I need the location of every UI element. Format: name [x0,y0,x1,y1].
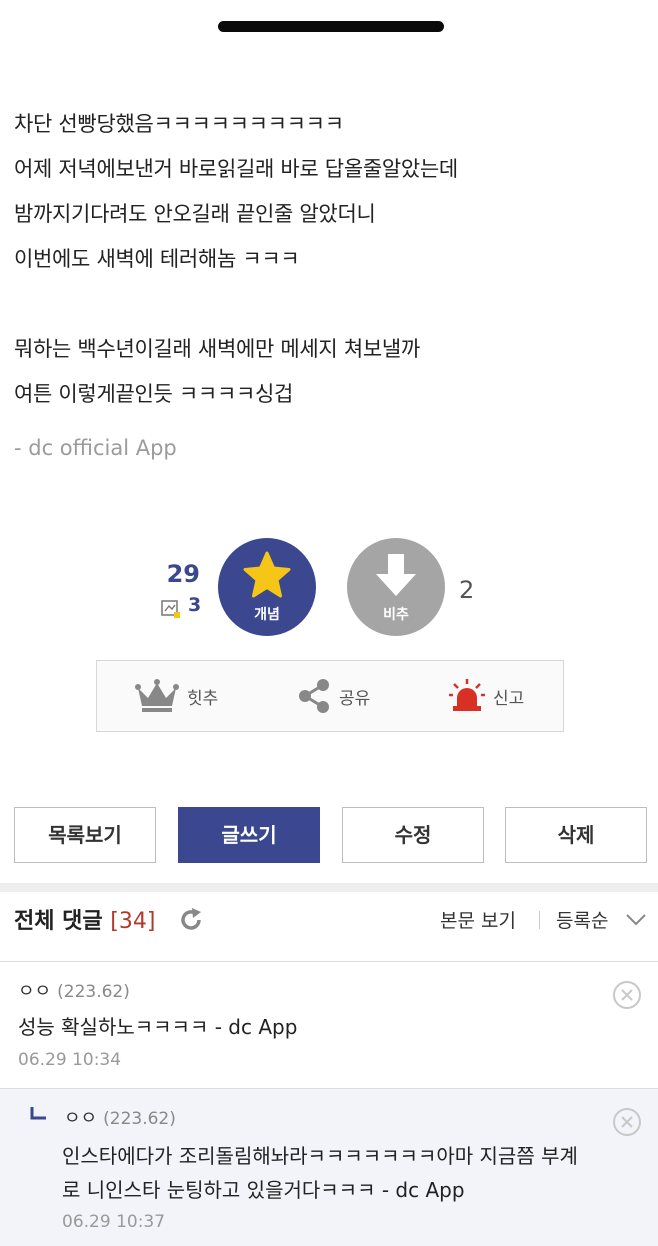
siren-icon [449,679,485,711]
reply-arrow-icon [30,1107,46,1120]
close-icon[interactable] [612,980,642,1010]
post-line: 어제 저녁에보낸거 바로읽길래 바로 답올줄알았는데 [14,157,458,181]
comment-ip: (223.62) [103,1109,176,1129]
comments-count: [34] [110,909,156,934]
downvote-count: 2 [459,576,475,604]
comment-text: 로 니인스타 눈팅하고 있을거다ㅋㅋㅋ - dc App [62,1178,465,1202]
close-icon[interactable] [612,1107,642,1137]
upvote-count: 29 [166,560,200,588]
list-button[interactable]: 목록보기 [14,807,156,863]
comments-title-label: 전체 댓글 [14,909,103,934]
header-separator [539,911,540,929]
status-bar-notch [218,21,444,32]
report-label: 신고 [493,688,525,709]
comment-ip: (223.62) [57,982,130,1002]
hit-button[interactable]: 힛추 [135,661,218,731]
delete-button[interactable]: 삭제 [505,807,647,863]
sort-dropdown[interactable]: 등록순 [556,906,608,933]
downvote-label: 비추 [383,607,409,623]
post-line: 뭐하는 백수년이길래 새벽에만 메세지 쳐보낼까 [14,337,420,361]
post-line: 차단 선빵당했음ㅋㅋㅋㅋㅋㅋㅋㅋㅋㅋ [14,112,344,136]
arrow-down-icon [376,554,416,596]
view-post-link[interactable]: 본문 보기 [440,906,516,933]
comments-header-border [0,961,658,962]
downvote-button[interactable]: 비추 [347,538,445,636]
comment-author: ㅇㅇ (223.62) [64,1104,176,1130]
comments-title: 전체 댓글 [34] [14,903,155,935]
chevron-down-icon[interactable] [625,913,647,927]
fixed-comment-icon [161,600,180,618]
share-label: 공유 [339,688,371,709]
post-line: 밤까지기다려도 안오길래 끝인줄 알았더니 [14,202,376,226]
fixed-count: 3 [188,594,202,616]
refresh-icon[interactable] [178,907,204,933]
share-button[interactable]: 공유 [297,661,370,731]
upvote-button[interactable]: 개념 [218,538,316,636]
report-button[interactable]: 신고 [449,661,524,731]
star-icon [243,551,291,598]
comment-text: 인스타에다가 조리돌림해놔라ㅋㅋㅋㅋㅋㅋㅋ아마 지금쯤 부계 [62,1144,578,1168]
comment-date: 06.29 10:34 [18,1050,122,1070]
comment-author: ㅇㅇ (223.62) [18,977,130,1003]
comment-date: 06.29 10:37 [62,1212,166,1232]
post-actions: 힛추 공유 신고 [96,660,564,732]
share-icon [299,679,329,713]
post-signature: - dc official App [14,436,177,460]
edit-button[interactable]: 수정 [342,807,484,863]
post-line: 이번에도 새벽에 테러해놈 ㅋㅋㅋ [14,247,300,271]
comment-text: 성능 확실하노ㅋㅋㅋㅋ - dc App [18,1015,298,1039]
section-divider [0,883,658,892]
hit-label: 힛추 [187,688,219,709]
comment-nickname: ㅇㅇ [64,1108,98,1129]
comment-nickname: ㅇㅇ [18,981,52,1002]
upvote-label: 개념 [254,607,280,623]
post-line: 여튼 이렇게끝인듯 ㅋㅋㅋㅋ싱겁 [14,382,294,406]
crown-icon [135,679,179,712]
write-button[interactable]: 글쓰기 [178,807,320,863]
